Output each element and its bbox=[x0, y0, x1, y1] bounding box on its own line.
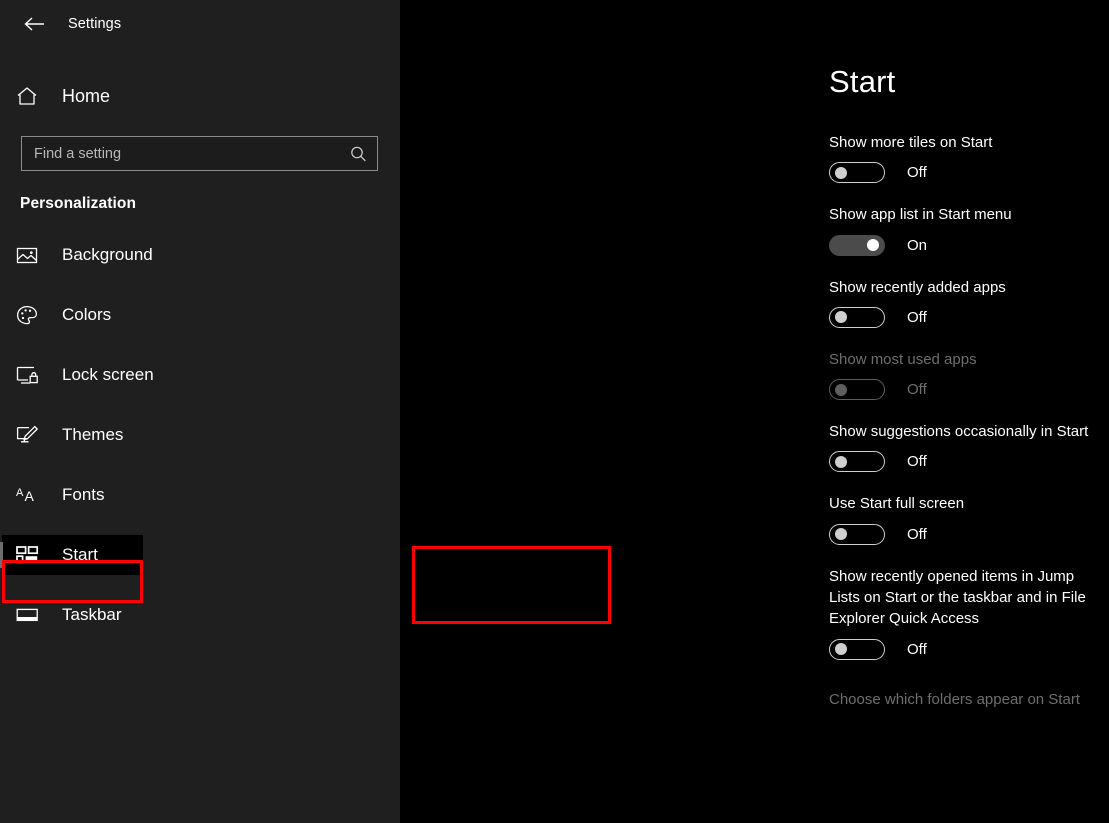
sidebar-item-background-label: Background bbox=[62, 245, 153, 264]
sidebar-item-taskbar-label: Taskbar bbox=[62, 605, 122, 624]
fonts-aa-icon: A A bbox=[16, 483, 44, 507]
toggle-knob bbox=[835, 528, 847, 541]
search-icon[interactable] bbox=[350, 145, 367, 162]
sidebar-item-themes[interactable]: Themes bbox=[0, 415, 400, 455]
toggle-row: Off bbox=[829, 451, 1109, 473]
search-box[interactable] bbox=[21, 136, 378, 171]
toggle-state-label: Off bbox=[907, 453, 927, 471]
themes-brush-icon bbox=[16, 423, 44, 447]
sidebar-item-themes-label: Themes bbox=[62, 425, 124, 444]
palette-icon bbox=[16, 303, 44, 327]
toggle-show-jump-lists[interactable] bbox=[829, 638, 885, 660]
sidebar-item-lock-screen[interactable]: Lock screen bbox=[0, 355, 400, 395]
app-title: Settings bbox=[68, 16, 122, 32]
lock-screen-icon bbox=[16, 363, 44, 387]
sidebar-item-colors[interactable]: Colors bbox=[0, 295, 400, 335]
toggle-state-label: Off bbox=[907, 164, 927, 182]
home-icon bbox=[16, 86, 44, 106]
setting-label: Show more tiles on Start bbox=[829, 134, 993, 151]
setting-label: Show suggestions occasionally in Start bbox=[829, 423, 1089, 441]
main-content: Start Show more tiles on Start Off Show … bbox=[400, 0, 1109, 823]
toggle-knob bbox=[835, 455, 847, 468]
toggle-state-label: Off bbox=[907, 640, 927, 658]
setting-label: Use Start full screen bbox=[829, 495, 965, 513]
svg-text:A: A bbox=[16, 487, 24, 499]
sidebar-item-fonts-label: Fonts bbox=[62, 485, 105, 504]
setting-use-start-full-screen: Use Start full screen Off bbox=[829, 493, 1109, 545]
svg-text:A: A bbox=[25, 488, 35, 504]
settings-window: Settings Home Personalization bbox=[0, 0, 1109, 823]
setting-label: Show recently opened items in Jump Lists… bbox=[829, 567, 1086, 628]
toggle-state-label: Off bbox=[907, 525, 927, 543]
toggle-show-most-used-apps bbox=[829, 379, 885, 401]
toggle-row: Off bbox=[829, 162, 1109, 184]
back-arrow-icon[interactable] bbox=[12, 8, 56, 40]
setting-label: Show recently added apps bbox=[829, 278, 1006, 296]
search-input[interactable] bbox=[22, 137, 377, 170]
sidebar-nav-list: Background Colors Lock screen Themes A A… bbox=[0, 235, 400, 635]
toggle-knob bbox=[835, 643, 847, 656]
toggle-row: Off bbox=[829, 523, 1109, 545]
setting-show-more-tiles: Show more tiles on Start Off bbox=[829, 132, 1109, 184]
setting-show-jump-lists: Show recently opened items in Jump Lists… bbox=[829, 566, 1109, 660]
toggle-knob bbox=[835, 383, 847, 396]
toggle-state-label: Off bbox=[907, 308, 927, 326]
setting-label: Show app list in Start menu bbox=[829, 206, 1012, 224]
toggle-show-suggestions[interactable] bbox=[829, 451, 885, 473]
toggle-row: Off bbox=[829, 638, 1109, 660]
sidebar-item-lock-screen-label: Lock screen bbox=[62, 365, 154, 384]
setting-show-app-list: Show app list in Start menu On bbox=[829, 204, 1109, 256]
start-tiles-icon bbox=[16, 543, 44, 567]
selection-indicator bbox=[0, 542, 3, 568]
sidebar-item-fonts[interactable]: A A Fonts bbox=[0, 475, 400, 515]
sidebar-section-header: Personalization bbox=[20, 195, 137, 212]
toggle-row: On bbox=[829, 234, 1109, 256]
setting-show-recently-added-apps: Show recently added apps Off bbox=[829, 277, 1109, 328]
sidebar-item-home[interactable]: Home bbox=[0, 76, 400, 116]
setting-show-suggestions: Show suggestions occasionally in Start O… bbox=[829, 421, 1109, 473]
toggle-row: Off bbox=[829, 379, 1109, 401]
toggle-state-label: Off bbox=[907, 381, 927, 399]
sidebar-item-start[interactable]: Start bbox=[0, 535, 143, 575]
setting-label: Show most used apps bbox=[829, 350, 977, 368]
toggle-show-more-tiles[interactable] bbox=[829, 162, 885, 184]
sidebar-item-colors-label: Colors bbox=[62, 305, 112, 324]
title-bar: Settings bbox=[0, 0, 400, 48]
toggle-use-start-full-screen[interactable] bbox=[829, 523, 885, 545]
toggle-knob bbox=[835, 166, 847, 179]
page-title: Start bbox=[829, 64, 896, 99]
setting-show-most-used-apps: Show most used apps Off bbox=[829, 349, 1109, 401]
image-icon bbox=[16, 243, 44, 267]
sidebar-item-taskbar[interactable]: Taskbar bbox=[0, 595, 400, 635]
choose-folders-link: Choose which folders appear on Start bbox=[829, 690, 1080, 708]
toggle-show-recently-added-apps[interactable] bbox=[829, 306, 885, 328]
toggle-knob bbox=[867, 239, 879, 252]
taskbar-icon bbox=[16, 603, 44, 627]
toggle-row: Off bbox=[829, 306, 1109, 328]
toggle-show-app-list[interactable] bbox=[829, 234, 885, 256]
sidebar-item-background[interactable]: Background bbox=[0, 235, 400, 275]
sidebar-item-home-label: Home bbox=[62, 85, 111, 106]
sidebar: Settings Home Personalization bbox=[0, 0, 400, 823]
sidebar-item-start-label: Start bbox=[62, 545, 98, 564]
toggle-state-label: On bbox=[907, 236, 928, 254]
toggle-knob bbox=[835, 311, 847, 324]
